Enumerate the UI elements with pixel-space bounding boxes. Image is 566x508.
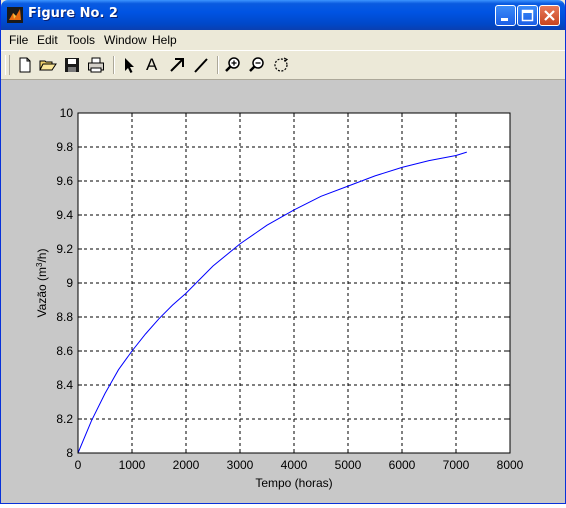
x-axis-label: Tempo (horas) bbox=[255, 476, 332, 490]
y-tick-label: 10 bbox=[60, 106, 74, 120]
x-tick-label: 8000 bbox=[497, 458, 524, 472]
x-tick-label: 3000 bbox=[227, 458, 254, 472]
title-bar[interactable]: Figure No. 2 bbox=[1, 0, 565, 30]
x-tick-label: 4000 bbox=[281, 458, 308, 472]
rotate-3d-button[interactable] bbox=[272, 56, 290, 74]
new-file-icon bbox=[19, 57, 31, 73]
y-tick-label: 8.8 bbox=[56, 310, 73, 324]
toolbar-separator bbox=[217, 56, 219, 74]
y-tick-label: 9 bbox=[66, 276, 73, 290]
x-tick-label: 6000 bbox=[389, 458, 416, 472]
new-file-button[interactable] bbox=[16, 56, 34, 74]
x-tick-label: 2000 bbox=[173, 458, 200, 472]
x-tick-label: 7000 bbox=[443, 458, 470, 472]
toolbar-separator bbox=[113, 56, 115, 74]
arrow-icon bbox=[170, 58, 184, 72]
menu-help[interactable]: Help bbox=[152, 33, 177, 47]
zoom-out-icon bbox=[249, 57, 264, 72]
y-axis-label: Vazão (m3/h) bbox=[35, 249, 49, 318]
insert-line-button[interactable] bbox=[192, 56, 210, 74]
x-tick-label: 5000 bbox=[335, 458, 362, 472]
save-icon bbox=[65, 58, 79, 72]
menu-edit[interactable]: Edit bbox=[37, 33, 58, 47]
close-button[interactable] bbox=[539, 5, 560, 26]
open-folder-icon bbox=[39, 60, 57, 71]
select-button[interactable] bbox=[120, 56, 138, 74]
menu-bar: File Edit Tools Window Help bbox=[1, 30, 565, 50]
y-tick-label: 8.6 bbox=[56, 344, 73, 358]
y-tick-label: 8 bbox=[66, 446, 73, 460]
y-tick-label: 9.6 bbox=[56, 174, 73, 188]
save-button[interactable] bbox=[63, 56, 81, 74]
insert-text-button[interactable]: A bbox=[144, 55, 162, 74]
select-arrow-icon bbox=[125, 58, 134, 73]
x-tick-label: 1000 bbox=[119, 458, 146, 472]
minimize-button[interactable] bbox=[495, 5, 516, 26]
toolbar: A bbox=[1, 50, 565, 80]
toolbar-grip[interactable] bbox=[5, 55, 10, 75]
figure-canvas[interactable]: 0 1000 2000 3000 4000 5000 6000 7000 8000 8 8.2 8.4… bbox=[1, 80, 565, 503]
zoom-in-button[interactable] bbox=[224, 56, 242, 74]
print-button[interactable] bbox=[87, 56, 105, 74]
y-tick-label: 8.4 bbox=[56, 378, 73, 392]
matlab-logo-icon bbox=[7, 7, 23, 23]
print-icon bbox=[88, 57, 104, 73]
window-title: Figure No. 2 bbox=[28, 6, 118, 21]
y-tick-label: 9.8 bbox=[56, 140, 73, 154]
maximize-icon bbox=[521, 9, 534, 22]
line-chart: 0 1000 2000 3000 4000 5000 6000 7000 8000 8 8.2 8.4… bbox=[35, 106, 524, 490]
zoom-out-button[interactable] bbox=[248, 56, 266, 74]
x-tick-label: 0 bbox=[75, 458, 82, 472]
open-button[interactable] bbox=[39, 56, 57, 74]
y-tick-label: 9.2 bbox=[56, 242, 73, 256]
insert-arrow-button[interactable] bbox=[168, 56, 186, 74]
zoom-in-icon bbox=[225, 57, 240, 72]
menu-tools[interactable]: Tools bbox=[67, 33, 95, 47]
close-icon bbox=[544, 10, 555, 21]
y-tick-label: 8.2 bbox=[56, 412, 73, 426]
figure-window: Figure No. 2 File Edit Tools Window Help bbox=[0, 0, 566, 504]
y-tick-label: 9.4 bbox=[56, 208, 73, 222]
rotate-icon bbox=[274, 57, 289, 72]
text-icon: A bbox=[146, 55, 158, 74]
maximize-button[interactable] bbox=[517, 5, 538, 26]
minimize-icon bbox=[501, 18, 508, 21]
menu-file[interactable]: File bbox=[9, 33, 28, 47]
menu-window[interactable]: Window bbox=[104, 33, 147, 47]
line-icon bbox=[194, 58, 208, 73]
